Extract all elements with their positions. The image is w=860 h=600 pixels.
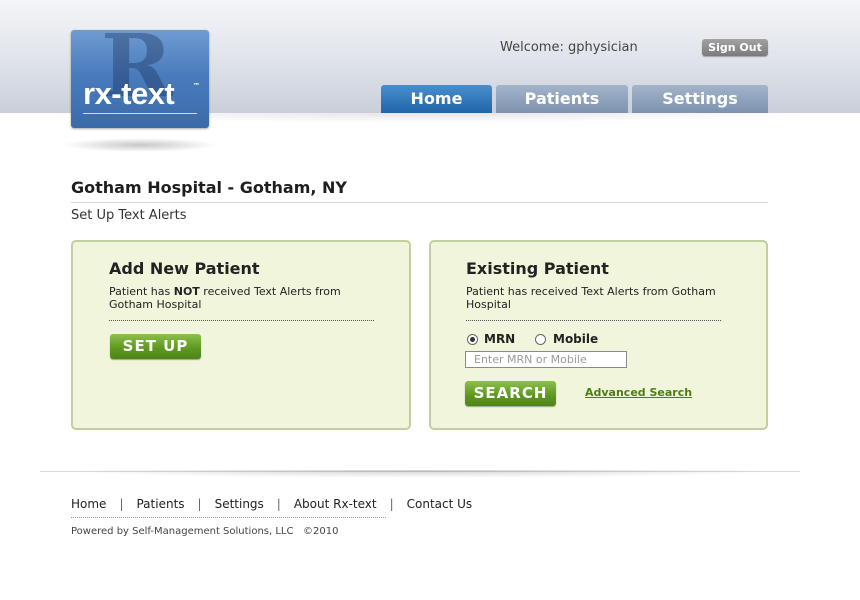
footer-shadow	[40, 470, 800, 478]
tab-patients[interactable]: Patients	[496, 85, 628, 113]
set-up-button[interactable]: SET UP	[110, 334, 201, 359]
footer-separator: |	[119, 497, 124, 511]
desc-bold: NOT	[173, 285, 200, 298]
footer-separator: |	[276, 497, 281, 511]
tab-settings[interactable]: Settings	[632, 85, 768, 113]
footer-separator: |	[197, 497, 202, 511]
desc-prefix: Patient has	[109, 285, 174, 298]
existing-patient-description: Patient has received Text Alerts from Go…	[466, 285, 716, 311]
mrn-radio-label[interactable]: MRN	[484, 332, 515, 346]
footer-separator: |	[389, 497, 394, 511]
footer-link-patients[interactable]: Patients	[136, 497, 184, 511]
footer-link-contact[interactable]: Contact Us	[407, 497, 473, 511]
page-title: Gotham Hospital - Gotham, NY	[71, 178, 348, 197]
rx-text-logo[interactable]: R rx-text ™	[71, 30, 209, 128]
add-new-patient-heading: Add New Patient	[109, 259, 260, 278]
existing-patient-panel: Existing Patient Patient has received Te…	[429, 240, 768, 430]
page-subtitle: Set Up Text Alerts	[71, 208, 187, 223]
logo-underline	[83, 113, 197, 114]
radio-selected-dot	[470, 337, 475, 342]
logo-shadow	[62, 138, 218, 152]
footer-nav: Home | Patients | Settings | About Rx-text | Con…	[71, 497, 472, 511]
logo-trademark: ™	[193, 82, 200, 90]
footer-dotted-divider	[71, 517, 386, 518]
title-divider	[71, 202, 768, 203]
footer-link-about[interactable]: About Rx-text	[294, 497, 377, 511]
add-new-patient-description: Patient has NOT received Text Alerts fro…	[109, 285, 359, 311]
tab-home[interactable]: Home	[381, 85, 492, 113]
welcome-message: Welcome: gphysician	[500, 40, 638, 55]
mobile-radio[interactable]	[535, 334, 546, 345]
dotted-divider	[466, 320, 721, 321]
mrn-radio[interactable]	[467, 334, 478, 345]
sign-out-button[interactable]: Sign Out	[702, 39, 768, 56]
mrn-or-mobile-input[interactable]	[465, 351, 627, 368]
dotted-divider	[109, 320, 374, 321]
copyright-text: Powered by Self-Management Solutions, LL…	[71, 526, 339, 537]
footer-link-settings[interactable]: Settings	[215, 497, 264, 511]
add-new-patient-panel: Add New Patient Patient has NOT received…	[71, 240, 411, 430]
existing-patient-heading: Existing Patient	[466, 259, 609, 278]
advanced-search-link[interactable]: Advanced Search	[585, 386, 692, 399]
logo-text: rx-text	[83, 76, 175, 111]
mobile-radio-label[interactable]: Mobile	[553, 332, 598, 346]
footer-link-home[interactable]: Home	[71, 497, 106, 511]
search-button[interactable]: SEARCH	[465, 381, 556, 406]
